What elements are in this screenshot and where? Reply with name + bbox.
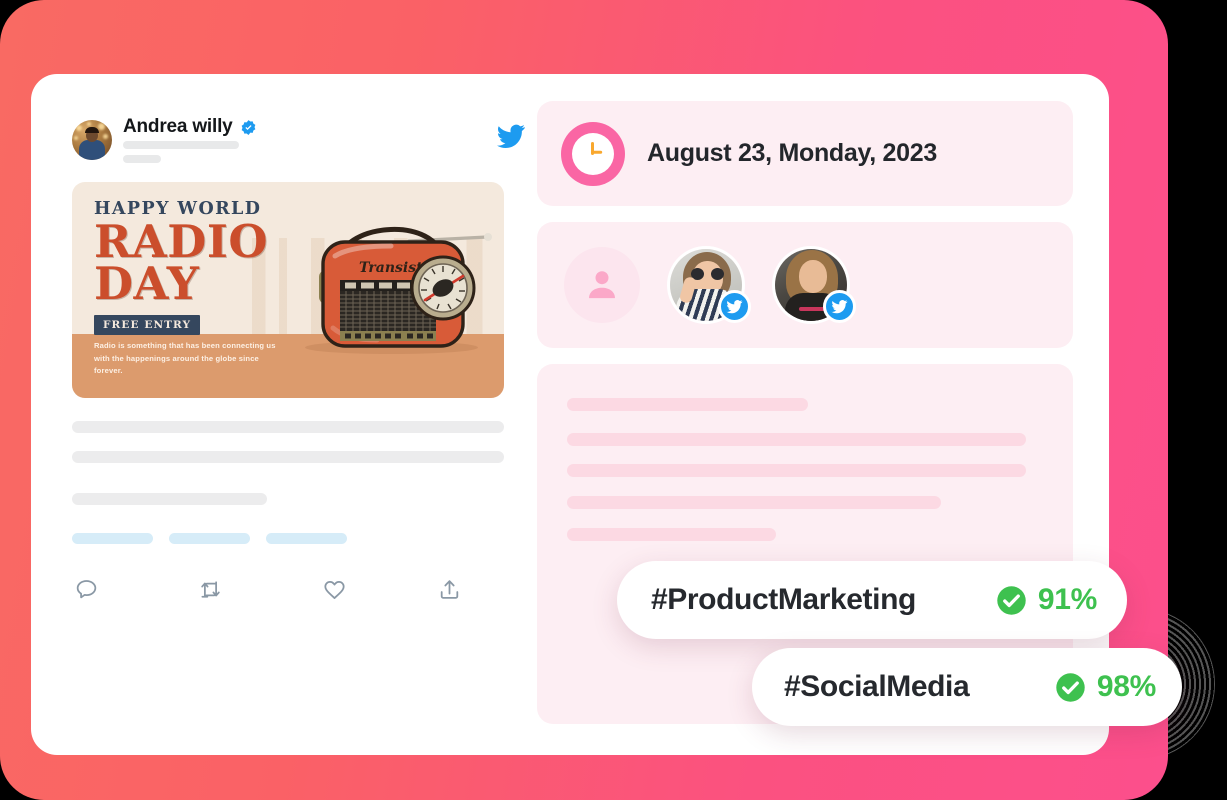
hashtag-chip-social-media[interactable]: #SocialMedia 98% xyxy=(752,648,1182,726)
author-meta-placeholder xyxy=(123,155,161,163)
twitter-bird-icon xyxy=(823,290,856,323)
tweet-media-poster[interactable]: HAPPY WORLD RADIO DAY FREE ENTRY Radio i… xyxy=(72,182,504,398)
share-upload-icon[interactable] xyxy=(437,577,462,602)
heart-icon[interactable] xyxy=(322,577,347,602)
tweet-column: Andrea willy HAPPY WORLD RADIO DAY FREE … xyxy=(72,116,544,602)
content-line-placeholder xyxy=(567,398,808,411)
screenshot-root: Andrea willy HAPPY WORLD RADIO DAY FREE … xyxy=(0,0,1227,800)
tweet-tag-chip[interactable] xyxy=(72,533,153,544)
tweet-text-placeholder-1 xyxy=(72,421,504,433)
tweet-tag-chip-row xyxy=(72,533,544,544)
comment-icon[interactable] xyxy=(74,577,99,602)
retweet-icon[interactable] xyxy=(198,577,223,602)
account-avatar-2[interactable] xyxy=(772,246,856,324)
hashtag-label: #ProductMarketing xyxy=(651,583,916,616)
poster-title-line2: DAY xyxy=(94,256,200,310)
schedule-date-panel[interactable]: August 23, Monday, 2023 xyxy=(537,101,1073,206)
user-avatar-photo[interactable] xyxy=(72,120,112,160)
retro-radio-illustration: Transista xyxy=(291,196,496,372)
hashtag-label: #SocialMedia xyxy=(784,670,970,703)
content-line-placeholder xyxy=(567,433,1026,446)
tweet-tag-chip[interactable] xyxy=(169,533,250,544)
account-avatar-1[interactable] xyxy=(667,246,751,324)
poster-tagline: Radio is something that has been connect… xyxy=(94,341,276,376)
poster-free-entry-badge: FREE ENTRY xyxy=(94,314,201,335)
tweet-text-placeholder-3 xyxy=(72,493,267,505)
person-placeholder-icon[interactable] xyxy=(564,247,640,323)
tweet-tag-chip[interactable] xyxy=(266,533,347,544)
tweet-action-bar xyxy=(72,577,472,602)
check-circle-icon xyxy=(1056,672,1085,702)
content-line-placeholder xyxy=(567,464,1026,477)
twitter-bird-icon xyxy=(718,290,751,323)
author-row: Andrea willy xyxy=(123,116,257,138)
author-handle-placeholder xyxy=(123,141,239,149)
schedule-date-text: August 23, Monday, 2023 xyxy=(647,139,937,167)
verified-badge-icon xyxy=(241,119,255,135)
tweet-header: Andrea willy xyxy=(72,116,544,174)
hashtag-percent: 98% xyxy=(1096,670,1156,703)
content-line-placeholder xyxy=(567,528,776,541)
hashtag-chip-product-marketing[interactable]: #ProductMarketing 91% xyxy=(617,561,1127,639)
content-line-placeholder xyxy=(567,496,941,509)
poster-text-block: HAPPY WORLD RADIO DAY FREE ENTRY xyxy=(94,199,304,335)
check-circle-icon xyxy=(997,585,1026,615)
audience-accounts-panel xyxy=(537,222,1073,348)
twitter-bird-icon xyxy=(496,124,525,149)
tweet-text-placeholder-2 xyxy=(72,451,504,463)
author-name: Andrea willy xyxy=(123,116,233,137)
hashtag-percent: 91% xyxy=(1037,583,1097,616)
clock-icon xyxy=(561,121,625,186)
